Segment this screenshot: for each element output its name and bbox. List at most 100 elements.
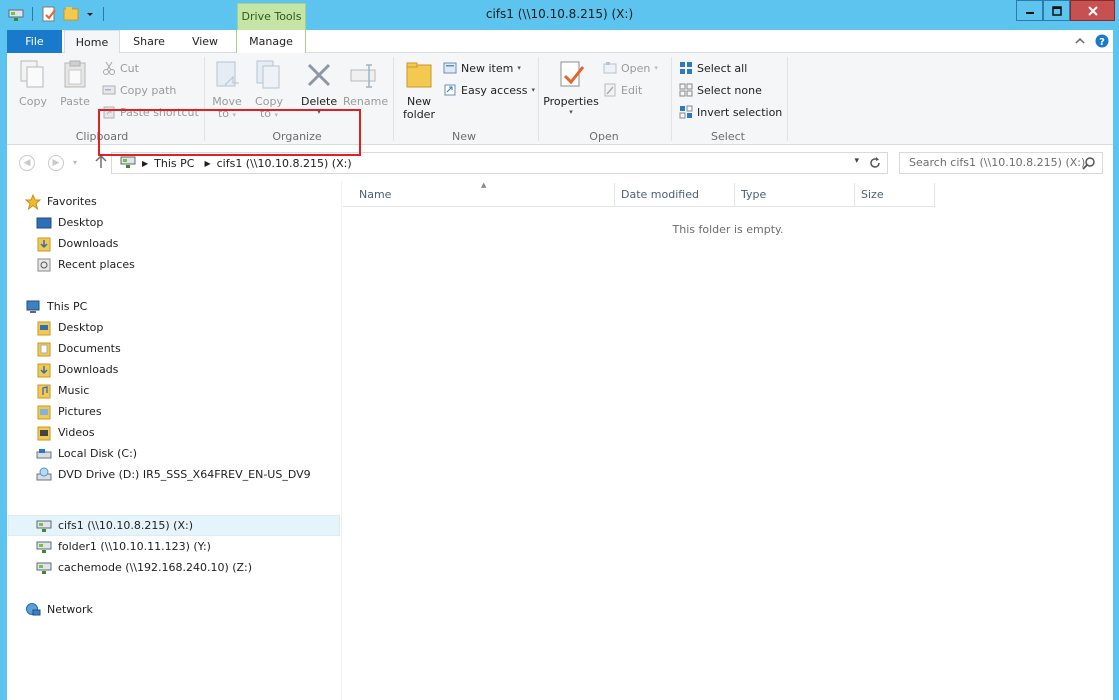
invert-selection-button[interactable]: Invert selection bbox=[679, 103, 782, 121]
easy-access-icon bbox=[443, 83, 457, 97]
nav-pc-music[interactable]: Music bbox=[36, 380, 89, 401]
minimize-button[interactable] bbox=[1016, 0, 1043, 21]
search-icon[interactable] bbox=[1082, 156, 1096, 177]
new-folder-button[interactable]: New folder bbox=[399, 59, 439, 121]
tab-view[interactable]: View bbox=[183, 30, 227, 53]
paste-icon bbox=[59, 59, 91, 91]
nav-pc-folder1[interactable]: folder1 (\\10.10.11.123) (Y:) bbox=[36, 536, 211, 557]
invert-selection-icon bbox=[679, 105, 693, 119]
column-header-date-modified[interactable]: Date modified bbox=[615, 183, 735, 207]
open-icon bbox=[603, 61, 617, 75]
copy-to-icon bbox=[253, 59, 285, 91]
edit-icon bbox=[603, 83, 617, 97]
network-icon bbox=[25, 602, 41, 618]
new-item-icon bbox=[443, 61, 457, 75]
nav-pc-downloads[interactable]: Downloads bbox=[36, 359, 118, 380]
navigation-pane: Favorites Desktop Downloads Recent place… bbox=[7, 181, 342, 700]
breadcrumb-chevron-icon[interactable]: ▶ bbox=[204, 159, 210, 168]
breadcrumb-cifs1[interactable]: cifs1 (\\10.10.8.215) (X:) bbox=[217, 157, 352, 170]
videos-folder-icon bbox=[36, 425, 52, 441]
tab-home[interactable]: Home bbox=[64, 30, 120, 54]
delete-x-icon bbox=[303, 59, 335, 91]
nav-pc-cifs1[interactable]: cifs1 (\\10.10.8.215) (X:) bbox=[36, 515, 193, 536]
title-bar: Drive Tools cifs1 (\\10.10.8.215) (X:) bbox=[0, 0, 1119, 30]
paste-button[interactable]: Paste bbox=[57, 59, 93, 108]
breadcrumb-chevron-icon[interactable]: ▶ bbox=[142, 159, 148, 168]
open-group-label: Open bbox=[589, 130, 619, 143]
group-separator bbox=[393, 57, 394, 141]
nav-fav-downloads[interactable]: Downloads bbox=[36, 233, 118, 254]
copy-path-button[interactable]: Copy path bbox=[102, 81, 176, 99]
nav-fav-recent-places[interactable]: Recent places bbox=[36, 254, 135, 275]
local-disk-icon bbox=[36, 446, 52, 462]
network-drive-icon bbox=[120, 154, 136, 173]
close-button[interactable] bbox=[1070, 0, 1115, 21]
up-arrow-icon[interactable] bbox=[95, 154, 107, 173]
copy-icon bbox=[17, 59, 49, 91]
star-icon bbox=[24, 193, 42, 210]
open-button[interactable]: Open ▾ bbox=[603, 59, 658, 77]
new-item-button[interactable]: New item ▾ bbox=[443, 59, 521, 77]
select-group-label: Select bbox=[711, 130, 745, 143]
nav-pc-desktop[interactable]: Desktop bbox=[36, 317, 103, 338]
easy-access-button[interactable]: Easy access ▾ bbox=[443, 81, 535, 99]
chevron-up-icon[interactable] bbox=[1075, 36, 1085, 49]
nav-network[interactable]: Network bbox=[25, 599, 93, 620]
search-input[interactable]: Search cifs1 (\\10.10.8.215) (X:) bbox=[899, 152, 1103, 174]
group-separator bbox=[671, 57, 672, 141]
delete-button[interactable]: Delete ▾ bbox=[301, 59, 337, 116]
explorer-window: Drive Tools cifs1 (\\10.10.8.215) (X:) F… bbox=[0, 0, 1119, 700]
maximize-button[interactable] bbox=[1043, 0, 1070, 21]
recent-places-icon bbox=[36, 257, 52, 273]
select-none-icon bbox=[679, 83, 693, 97]
network-drive-icon bbox=[36, 518, 52, 534]
copy-path-icon bbox=[102, 83, 116, 97]
nav-fav-desktop[interactable]: Desktop bbox=[36, 212, 103, 233]
window-title: cifs1 (\\10.10.8.215) (X:) bbox=[485, 7, 634, 21]
select-all-icon bbox=[679, 61, 693, 75]
tab-share[interactable]: Share bbox=[126, 30, 172, 53]
help-icon[interactable]: ? bbox=[1095, 34, 1109, 51]
nav-this-pc[interactable]: This PC bbox=[25, 296, 87, 317]
network-drive-icon bbox=[36, 539, 52, 555]
address-dropdown-icon[interactable]: ▾ bbox=[854, 156, 859, 166]
nav-pc-videos[interactable]: Videos bbox=[36, 422, 95, 443]
column-header-size[interactable]: Size bbox=[855, 183, 935, 207]
scissors-icon bbox=[102, 61, 116, 75]
address-highlight-box bbox=[98, 109, 361, 156]
column-header-type[interactable]: Type bbox=[735, 183, 855, 207]
select-none-button[interactable]: Select none bbox=[679, 81, 762, 99]
breadcrumb-this-pc[interactable]: This PC bbox=[154, 157, 194, 170]
tab-manage[interactable]: Manage bbox=[237, 30, 305, 53]
group-separator bbox=[538, 57, 539, 141]
move-to-icon bbox=[211, 59, 243, 91]
nav-pc-local-disk[interactable]: Local Disk (C:) bbox=[36, 443, 137, 464]
ribbon-controls: ? bbox=[1075, 34, 1109, 51]
computer-icon bbox=[25, 299, 41, 315]
nav-pc-documents[interactable]: Documents bbox=[36, 338, 121, 359]
nav-pc-cachemode[interactable]: cachemode (\\192.168.240.10) (Z:) bbox=[36, 557, 252, 578]
nav-favorites[interactable]: Favorites bbox=[24, 191, 97, 212]
properties-button[interactable]: Properties ▾ bbox=[543, 59, 599, 116]
select-all-button[interactable]: Select all bbox=[679, 59, 747, 77]
folder-icon bbox=[403, 59, 435, 91]
recent-locations-icon[interactable]: ▾ bbox=[73, 158, 77, 167]
tab-file[interactable]: File bbox=[7, 30, 62, 53]
music-folder-icon bbox=[36, 383, 52, 399]
properties-icon bbox=[555, 59, 587, 91]
forward-button[interactable]: ▶ bbox=[48, 155, 64, 171]
copy-button[interactable]: Copy bbox=[17, 59, 49, 108]
nav-pc-dvd-drive[interactable]: DVD Drive (D:) IR5_SSS_X64FREV_EN-US_DV9 bbox=[36, 464, 311, 485]
file-list-pane: ▲ Name Date modified Type Size This fold… bbox=[343, 181, 1113, 700]
downloads-folder-icon bbox=[36, 236, 52, 252]
column-header-name[interactable]: Name bbox=[343, 183, 615, 207]
nav-pc-pictures[interactable]: Pictures bbox=[36, 401, 102, 422]
documents-folder-icon bbox=[36, 341, 52, 357]
cut-button[interactable]: Cut bbox=[102, 59, 139, 77]
refresh-icon[interactable] bbox=[869, 156, 881, 173]
edit-button[interactable]: Edit bbox=[603, 81, 642, 99]
back-button[interactable]: ◀ bbox=[19, 155, 35, 171]
rename-button[interactable]: Rename bbox=[343, 59, 388, 108]
empty-folder-message: This folder is empty. bbox=[672, 223, 784, 236]
network-drive-icon bbox=[36, 560, 52, 576]
